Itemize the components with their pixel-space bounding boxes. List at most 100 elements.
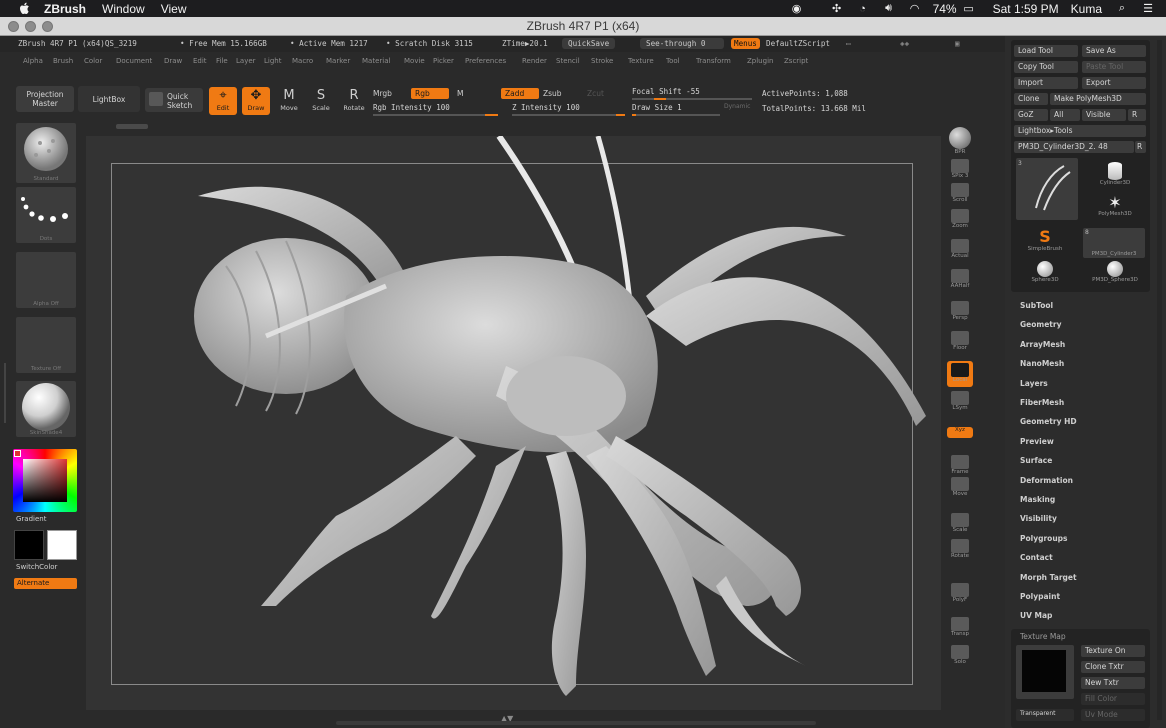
mrgb-toggle[interactable]: Mrgb (373, 89, 392, 98)
wifi-icon[interactable]: ◠ (907, 3, 923, 15)
menu-transform[interactable]: Transform (696, 57, 731, 65)
menu-zplugin[interactable]: Zplugin (747, 57, 773, 65)
section-geometry-hd[interactable]: Geometry HD (1020, 417, 1077, 426)
menus-toggle[interactable]: Menus (731, 38, 760, 49)
menu-render[interactable]: Render (522, 57, 547, 65)
menu-edit[interactable]: Edit (193, 57, 207, 65)
texture-on-button[interactable]: Texture On (1081, 645, 1145, 657)
import-button[interactable]: Import (1014, 77, 1078, 89)
tool-slot-simplebrush[interactable]: S SimpleBrush (1017, 228, 1073, 253)
menu-brush[interactable]: Brush (53, 57, 73, 65)
section-polygroups[interactable]: Polygroups (1020, 534, 1068, 543)
alpha-thumbnail[interactable]: Alpha Off (16, 252, 76, 308)
edit-mode-button[interactable]: ⌖ Edit (209, 87, 237, 115)
texture-thumbnail[interactable]: Texture Off (16, 317, 76, 373)
section-deformation[interactable]: Deformation (1020, 476, 1073, 485)
menu-material[interactable]: Material (362, 57, 390, 65)
clone-button[interactable]: Clone (1014, 93, 1048, 105)
brush-thumbnail[interactable]: Standard (16, 123, 76, 183)
tool-r-button[interactable]: R (1135, 141, 1146, 153)
menu-draw[interactable]: Draw (164, 57, 182, 65)
window-menu[interactable]: Window (102, 2, 145, 16)
shelf-xyz-button[interactable]: Xyz (947, 427, 973, 438)
scale-mode-button[interactable]: S Scale (307, 87, 335, 115)
current-tool-slider[interactable]: PM3D_Cylinder3D_2. 48 (1014, 141, 1134, 153)
shelf-polyf-button[interactable]: PolyF (947, 581, 973, 607)
clock[interactable]: Sat 1:59 PM (993, 2, 1059, 16)
document-canvas[interactable] (86, 136, 941, 710)
move-mode-button[interactable]: M Move (275, 87, 303, 115)
clone-txtr-button[interactable]: Clone Txtr (1081, 661, 1145, 673)
shelf-actual-button[interactable]: Actual (947, 237, 973, 263)
quicksave-button[interactable]: QuickSave (562, 38, 616, 49)
visible-button[interactable]: Visible (1082, 109, 1126, 121)
rotate-mode-button[interactable]: R Rotate (340, 87, 368, 115)
menu-zscript[interactable]: Zscript (784, 57, 808, 65)
paste-tool-button[interactable]: Paste Tool (1082, 61, 1146, 73)
volume-icon[interactable]: 🔊︎ (881, 2, 897, 15)
gradient-label[interactable]: Gradient (16, 515, 46, 523)
texture-map-header[interactable]: Texture Map (1020, 632, 1066, 641)
color-picker-square[interactable] (23, 459, 67, 502)
material-thumbnail[interactable]: SkinShade4 (16, 381, 76, 437)
tool-panel-scrollbar[interactable] (1157, 40, 1162, 720)
shelf-scale-button[interactable]: Scale (947, 511, 973, 537)
transparent-button[interactable]: Transparent (1016, 709, 1074, 721)
notification-icon[interactable]: ☰ (1140, 3, 1156, 15)
shelf-scroll-button[interactable]: Scroll (947, 181, 973, 207)
save-as-button[interactable]: Save As (1082, 45, 1146, 57)
time-machine-icon[interactable]: ◔ (855, 3, 871, 15)
section-contact[interactable]: Contact (1020, 553, 1053, 562)
shelf-rotate-button[interactable]: Rotate (947, 537, 973, 563)
shelf-local-button[interactable]: Local (947, 361, 973, 387)
section-preview[interactable]: Preview (1020, 437, 1054, 446)
menu-color[interactable]: Color (84, 57, 102, 65)
lock-icon[interactable]: ▣ (955, 39, 960, 48)
zsub-toggle[interactable]: Zsub (543, 89, 562, 98)
lightbox-button[interactable]: LightBox (78, 86, 140, 112)
main-color-swatch[interactable] (47, 530, 77, 560)
section-subtool[interactable]: SubTool (1020, 301, 1053, 310)
r-button[interactable]: R (1128, 109, 1146, 121)
see-through-slider[interactable]: See-through 0 (640, 38, 724, 49)
menu-stroke[interactable]: Stroke (591, 57, 613, 65)
record-icon[interactable]: ◉ (789, 3, 805, 15)
make-polymesh-button[interactable]: Make PolyMesh3D (1050, 93, 1146, 105)
section-visibility[interactable]: Visibility (1020, 514, 1057, 523)
shelf-lsym-button[interactable]: LSym (947, 389, 973, 415)
goz-button[interactable]: GoZ (1014, 109, 1048, 121)
search-icon[interactable]: ⌕ (1114, 2, 1130, 15)
menu-marker[interactable]: Marker (326, 57, 350, 65)
projection-master-button[interactable]: Projection Master (16, 86, 74, 112)
section-fibermesh[interactable]: FiberMesh (1020, 398, 1064, 407)
shelf-solo-button[interactable]: Solo (947, 643, 973, 669)
default-zscript-button[interactable]: DefaultZScript (766, 39, 830, 48)
texture-map-thumbnail[interactable] (1016, 645, 1074, 699)
section-geometry[interactable]: Geometry (1020, 320, 1061, 329)
menu-layer[interactable]: Layer (236, 57, 256, 65)
copy-tool-button[interactable]: Copy Tool (1014, 61, 1078, 73)
menu-document[interactable]: Document (116, 57, 152, 65)
secondary-color-swatch[interactable] (14, 530, 44, 560)
current-tool-thumbnail[interactable]: 3 (1016, 158, 1078, 220)
floating-palette-icon[interactable]: ◈◈ (900, 39, 909, 48)
section-uv-map[interactable]: UV Map (1020, 611, 1052, 620)
top-scrollbar[interactable] (116, 124, 148, 129)
menu-picker[interactable]: Picker (433, 57, 454, 65)
tool-slot-polymesh3d[interactable]: ✶ PolyMesh3D (1091, 195, 1139, 218)
shelf-persp-button[interactable]: Persp (947, 299, 973, 325)
shelf-transp-button[interactable]: Transp (947, 615, 973, 641)
zcut-toggle[interactable]: Zcut (587, 89, 604, 98)
rgb-intensity-slider[interactable]: Rgb Intensity 100 (373, 103, 498, 117)
section-surface[interactable]: Surface (1020, 456, 1052, 465)
menu-movie[interactable]: Movie (404, 57, 425, 65)
section-polypaint[interactable]: Polypaint (1020, 592, 1060, 601)
section-morph-target[interactable]: Morph Target (1020, 573, 1077, 582)
menu-macro[interactable]: Macro (292, 57, 313, 65)
apple-icon[interactable] (16, 1, 32, 17)
zadd-toggle[interactable]: Zadd (501, 88, 539, 99)
lightbox-tools-button[interactable]: Lightbox▸Tools (1014, 125, 1146, 137)
draw-size-slider[interactable]: Draw Size 1 (632, 103, 720, 117)
shelf-bpr-button[interactable]: BPR (947, 125, 973, 155)
z-intensity-slider[interactable]: Z Intensity 100 (512, 103, 625, 117)
